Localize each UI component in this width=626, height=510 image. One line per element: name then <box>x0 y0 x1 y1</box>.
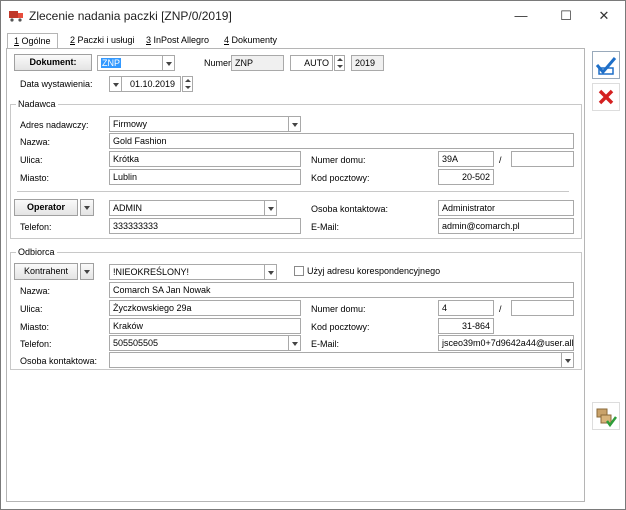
close-button[interactable]: ✕ <box>584 4 624 28</box>
minimize-button[interactable]: — <box>501 4 541 28</box>
chevron-down-icon <box>264 201 276 215</box>
odbiorca-miasto-field[interactable]: Kraków <box>109 318 301 334</box>
nadawca-slash: / <box>499 155 502 165</box>
nadawca-kod-field[interactable]: 20-502 <box>438 169 494 185</box>
nadawca-osoba-label: Osoba kontaktowa: <box>311 204 389 214</box>
data-spinner[interactable] <box>182 76 193 92</box>
nadawca-kod-label: Kod pocztowy: <box>311 173 370 183</box>
dokument-select[interactable]: ZNP <box>97 55 175 71</box>
koresp-checkbox[interactable] <box>294 266 304 276</box>
nadawca-email-field[interactable]: admin@comarch.pl <box>438 218 574 234</box>
nadawca-ulica-label: Ulica: <box>20 155 43 165</box>
numer-prefix-field: ZNP <box>231 55 284 71</box>
odbiorca-email-field[interactable]: jsceo39m0+7d9642a44@user.alle <box>438 335 574 351</box>
odbiorca-nrdomu-label: Numer domu: <box>311 304 366 314</box>
save-icon <box>595 57 617 75</box>
tab-inpost-allegro[interactable]: 3 InPost Allegro <box>140 33 215 49</box>
chevron-down-icon <box>288 336 300 350</box>
odbiorca-osoba-select[interactable] <box>109 352 574 368</box>
numer-label: Numer: <box>204 58 234 68</box>
chevron-down-icon <box>561 353 573 367</box>
calendar-dropdown-icon[interactable] <box>110 77 122 91</box>
odbiorca-ulica-field[interactable]: Życzkowskiego 29a <box>109 300 301 316</box>
operator-button[interactable]: Operator <box>14 199 78 216</box>
odbiorca-nazwa-label: Nazwa: <box>20 286 51 296</box>
odbiorca-email-label: E-Mail: <box>311 339 340 349</box>
odbiorca-nrdomu-field[interactable]: 4 <box>438 300 494 316</box>
chevron-down-icon <box>288 117 300 131</box>
nadawca-nrdomu-label: Numer domu: <box>311 155 366 165</box>
odbiorca-telefon-select[interactable]: 505505505 <box>109 335 301 351</box>
maximize-button[interactable]: ☐ <box>546 4 586 28</box>
operator-menu-button[interactable] <box>80 199 94 216</box>
odbiorca-group-title: Odbiorca <box>16 246 57 258</box>
odbiorca-kod-label: Kod pocztowy: <box>311 322 370 332</box>
nadawca-nrdomu-field[interactable]: 39A <box>438 151 494 167</box>
koresp-label: Użyj adresu korespondencyjnego <box>307 266 441 276</box>
odbiorca-kod-field[interactable]: 31-864 <box>438 318 494 334</box>
odbiorca-ulica-label: Ulica: <box>20 304 43 314</box>
odbiorca-slash: / <box>499 304 502 314</box>
nadawca-telefon-field[interactable]: 333333333 <box>109 218 301 234</box>
kontrahent-select[interactable]: !NIEOKREŚLONY! <box>109 264 277 280</box>
nadawca-osoba-field[interactable]: Administrator <box>438 200 574 216</box>
save-button[interactable] <box>592 51 620 79</box>
close-icon: ✕ <box>598 8 610 23</box>
odbiorca-nazwa-field[interactable]: Comarch SA Jan Nowak <box>109 282 574 298</box>
delivery-truck-icon <box>9 11 23 22</box>
nadawca-nazwa-field[interactable]: Gold Fashion <box>109 133 574 149</box>
nadawca-miasto-field[interactable]: Lublin <box>109 169 301 185</box>
data-wystawienia-field[interactable]: 01.10.2019 <box>109 76 181 92</box>
nadawca-telefon-label: Telefon: <box>20 222 52 232</box>
data-wystawienia-label: Data wystawienia: <box>20 79 93 89</box>
cancel-button[interactable] <box>592 83 620 111</box>
kontrahent-menu-button[interactable] <box>80 263 94 280</box>
cancel-x-icon <box>598 89 614 105</box>
kontrahent-button[interactable]: Kontrahent <box>14 263 78 280</box>
nadawca-divider <box>17 191 569 192</box>
chevron-down-icon <box>162 56 174 70</box>
title-bar: Zlecenie nadania paczki [ZNP/0/2019] — ☐… <box>1 1 625 31</box>
odbiorca-osoba-label: Osoba kontaktowa: <box>20 356 98 366</box>
numer-series-field[interactable]: AUTO <box>290 55 333 71</box>
maximize-icon: ☐ <box>560 8 572 23</box>
tab-paczki-i-uslugi[interactable]: 2 Paczki i usługi <box>64 33 141 49</box>
dialog-window: Zlecenie nadania paczki [ZNP/0/2019] — ☐… <box>0 0 626 510</box>
adres-nadawczy-select[interactable]: Firmowy <box>109 116 301 132</box>
package-check-icon <box>596 408 617 428</box>
adres-nadawczy-label: Adres nadawczy: <box>20 120 89 130</box>
odbiorca-nrlokalu-field[interactable] <box>511 300 574 316</box>
odbiorca-telefon-label: Telefon: <box>20 339 52 349</box>
nadawca-group-title: Nadawca <box>16 98 58 110</box>
nadawca-nrlokalu-field[interactable] <box>511 151 574 167</box>
chevron-down-icon <box>264 265 276 279</box>
confirm-package-button[interactable] <box>592 402 620 430</box>
nadawca-nazwa-label: Nazwa: <box>20 137 51 147</box>
nadawca-ulica-field[interactable]: Krótka <box>109 151 301 167</box>
odbiorca-miasto-label: Miasto: <box>20 322 50 332</box>
nadawca-email-label: E-Mail: <box>311 222 340 232</box>
nadawca-miasto-label: Miasto: <box>20 173 50 183</box>
dokument-button[interactable]: Dokument: <box>14 54 92 71</box>
minimize-icon: — <box>514 8 528 23</box>
operator-select[interactable]: ADMIN <box>109 200 277 216</box>
numer-series-spinner[interactable] <box>334 55 345 71</box>
window-title: Zlecenie nadania paczki [ZNP/0/2019] <box>29 9 232 23</box>
numer-year-field: 2019 <box>351 55 384 71</box>
tab-dokumenty[interactable]: 4 Dokumenty <box>218 33 283 49</box>
